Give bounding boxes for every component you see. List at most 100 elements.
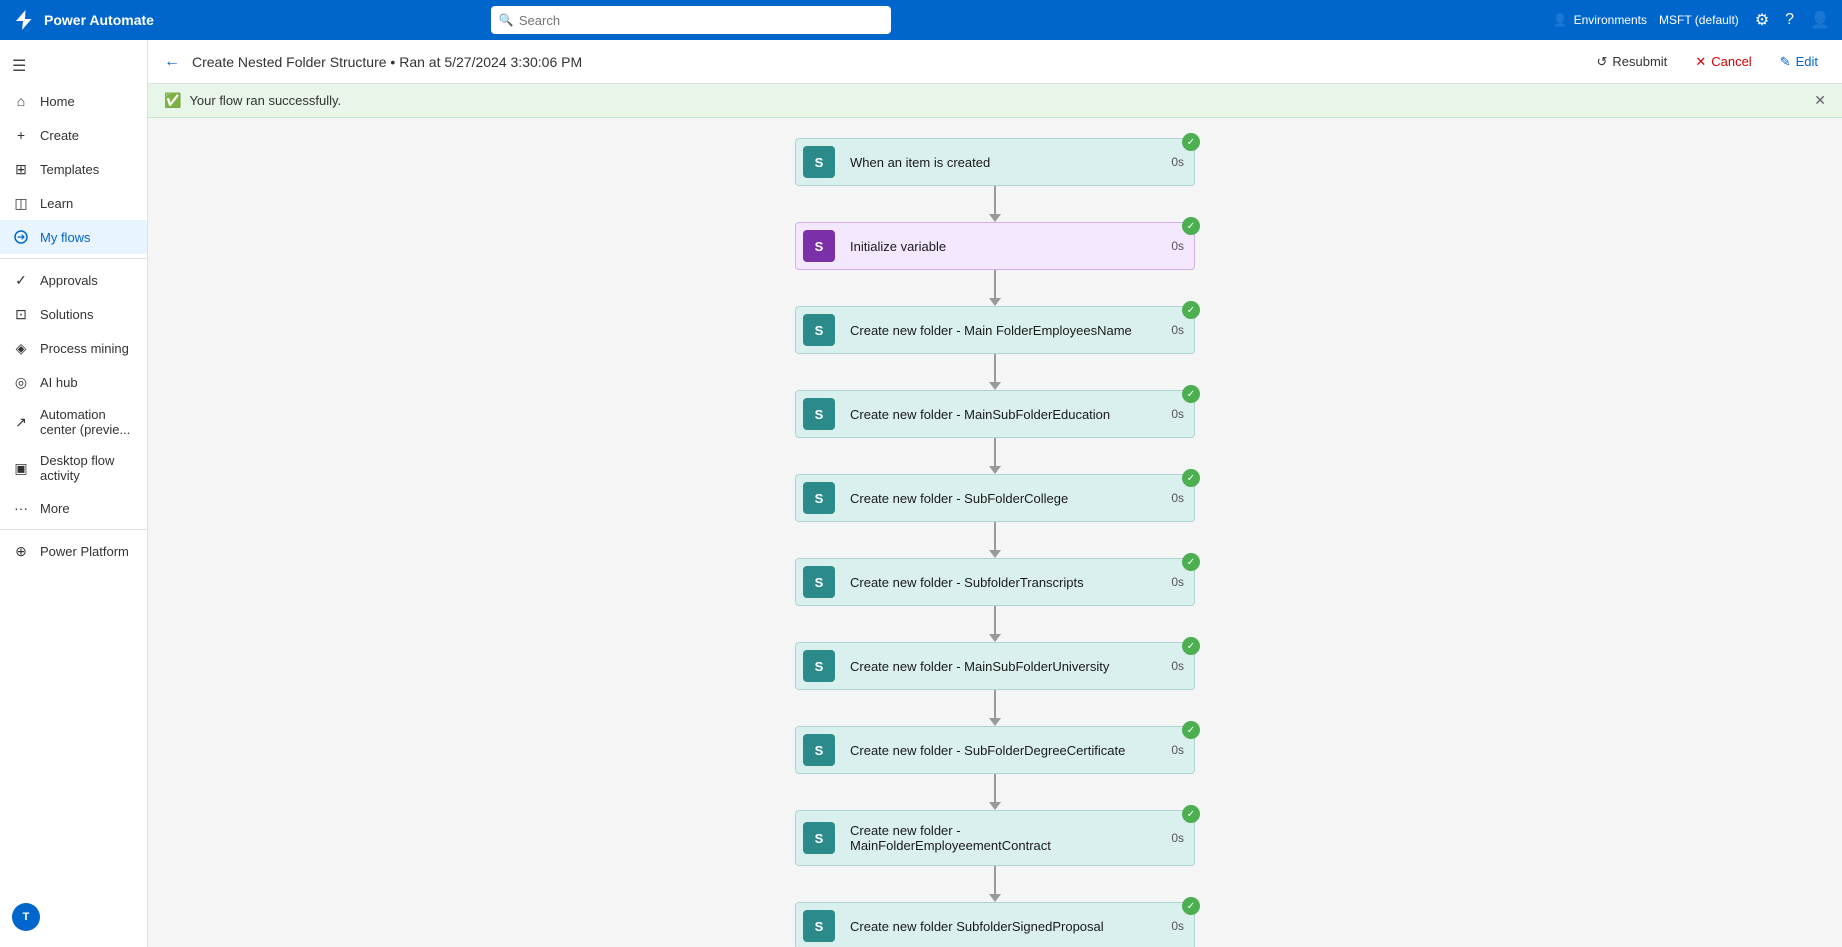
flow-step-0[interactable]: ✓SWhen an item is created0s [795,138,1195,186]
sidebar-item-process-mining[interactable]: ◈ Process mining [0,331,147,365]
flow-step-8[interactable]: ✓SCreate new folder - MainFolderEmployee… [795,810,1195,866]
connector-line-7 [994,774,996,802]
connector-arrow-3 [989,466,1001,474]
sidebar-label-templates: Templates [40,162,99,177]
sidebar-label-ai-hub: AI hub [40,375,78,390]
flow-step-4[interactable]: ✓SCreate new folder - SubFolderCollege0s [795,474,1195,522]
connector-line-3 [994,438,996,466]
flow-connector-6 [989,690,1001,726]
step-icon-circle-8: S [803,822,835,854]
app-name: Power Automate [44,12,154,28]
step-icon-3: S [796,391,842,437]
flow-connector-5 [989,606,1001,642]
search-container: 🔍 [491,6,891,34]
environment-info[interactable]: 👤 Environments MSFT (default) [1553,13,1739,27]
desktop-flow-icon: ▣ [12,459,30,477]
create-icon: + [12,126,30,144]
connector-line-2 [994,354,996,382]
sidebar-item-create[interactable]: + Create [0,118,147,152]
step-icon-circle-6: S [803,650,835,682]
sidebar-item-more[interactable]: ··· More [0,491,147,525]
flow-connector-0 [989,186,1001,222]
sidebar-label-automation-center: Automation center (previe... [40,407,135,437]
settings-button[interactable]: ⚙ [1755,10,1769,30]
connector-arrow-0 [989,214,1001,222]
step-label-5: Create new folder - SubfolderTranscripts [842,563,1161,602]
flow-connector-1 [989,270,1001,306]
connector-arrow-1 [989,298,1001,306]
resubmit-button[interactable]: ↺ Resubmit [1588,50,1675,74]
connector-line-0 [994,186,996,214]
flow-connector-4 [989,522,1001,558]
sidebar: ☰ ⌂ Home + Create ⊞ Templates ◫ Learn My… [0,40,148,947]
help-button[interactable]: ? [1785,11,1794,29]
connector-line-1 [994,270,996,298]
sidebar-item-desktop-flow[interactable]: ▣ Desktop flow activity [0,445,147,491]
flow-canvas[interactable]: ✓SWhen an item is created0s✓SInitialize … [148,118,1842,947]
step-check-5: ✓ [1182,553,1200,571]
sidebar-label-process-mining: Process mining [40,341,129,356]
page-title: Create Nested Folder Structure • Ran at … [192,54,582,70]
step-label-1: Initialize variable [842,227,1161,266]
sidebar-item-ai-hub[interactable]: ◎ AI hub [0,365,147,399]
back-button[interactable]: ← [164,53,180,71]
cancel-icon: ✕ [1695,54,1706,70]
flow-step-1[interactable]: ✓SInitialize variable0s [795,222,1195,270]
sidebar-item-automation-center[interactable]: ↗ Automation center (previe... [0,399,147,445]
flow-container: ✓SWhen an item is created0s✓SInitialize … [775,138,1215,927]
step-check-2: ✓ [1182,301,1200,319]
step-check-7: ✓ [1182,721,1200,739]
sidebar-bottom: T [0,895,147,939]
sidebar-item-solutions[interactable]: ⊡ Solutions [0,297,147,331]
power-platform-icon: ⊕ [12,542,30,560]
env-name: MSFT (default) [1659,13,1739,27]
sidebar-divider [0,258,147,259]
hamburger-button[interactable]: ☰ [0,48,147,84]
main-layout: ☰ ⌂ Home + Create ⊞ Templates ◫ Learn My… [0,40,1842,947]
step-label-8: Create new folder - MainFolderEmployeeme… [842,811,1161,865]
user-button[interactable]: 👤 [1810,10,1830,30]
step-check-0: ✓ [1182,133,1200,151]
step-check-1: ✓ [1182,217,1200,235]
sidebar-item-approvals[interactable]: ✓ Approvals [0,263,147,297]
sidebar-item-templates[interactable]: ⊞ Templates [0,152,147,186]
topbar: Power Automate 🔍 👤 Environments MSFT (de… [0,0,1842,40]
step-icon-5: S [796,559,842,605]
flow-step-5[interactable]: ✓SCreate new folder - SubfolderTranscrip… [795,558,1195,606]
connector-line-5 [994,606,996,634]
sidebar-label-desktop-flow: Desktop flow activity [40,453,135,483]
step-time-6: 0s [1161,659,1194,673]
sidebar-item-power-platform[interactable]: ⊕ Power Platform [0,534,147,568]
flow-step-3[interactable]: ✓SCreate new folder - MainSubFolderEduca… [795,390,1195,438]
process-mining-icon: ◈ [12,339,30,357]
sidebar-label-learn: Learn [40,196,73,211]
user-avatar[interactable]: T [12,903,40,931]
success-icon: ✅ [164,92,181,109]
sidebar-divider-2 [0,529,147,530]
flow-step-6[interactable]: ✓SCreate new folder - MainSubFolderUnive… [795,642,1195,690]
sidebar-label-solutions: Solutions [40,307,93,322]
home-icon: ⌂ [12,92,30,110]
header-actions: ↺ Resubmit ✕ Cancel ✎ Edit [1588,50,1826,74]
sidebar-label-approvals: Approvals [40,273,98,288]
solutions-icon: ⊡ [12,305,30,323]
flow-step-2[interactable]: ✓SCreate new folder - Main FolderEmploye… [795,306,1195,354]
step-icon-8: S [796,815,842,861]
step-icon-circle-9: S [803,910,835,942]
resubmit-label: Resubmit [1612,54,1667,69]
step-icon-circle-2: S [803,314,835,346]
connector-arrow-5 [989,634,1001,642]
search-input[interactable] [491,6,891,34]
automation-center-icon: ↗ [12,413,30,431]
flow-step-9[interactable]: ✓SCreate new folder SubfolderSignedPropo… [795,902,1195,947]
edit-button[interactable]: ✎ Edit [1772,50,1826,74]
close-banner-button[interactable]: ✕ [1814,92,1826,109]
sidebar-item-myflows[interactable]: My flows [0,220,147,254]
step-label-7: Create new folder - SubFolderDegreeCerti… [842,731,1161,770]
sidebar-item-home[interactable]: ⌂ Home [0,84,147,118]
sidebar-item-learn[interactable]: ◫ Learn [0,186,147,220]
step-icon-6: S [796,643,842,689]
cancel-button[interactable]: ✕ Cancel [1687,50,1759,74]
flow-step-7[interactable]: ✓SCreate new folder - SubFolderDegreeCer… [795,726,1195,774]
step-label-2: Create new folder - Main FolderEmployees… [842,311,1161,350]
